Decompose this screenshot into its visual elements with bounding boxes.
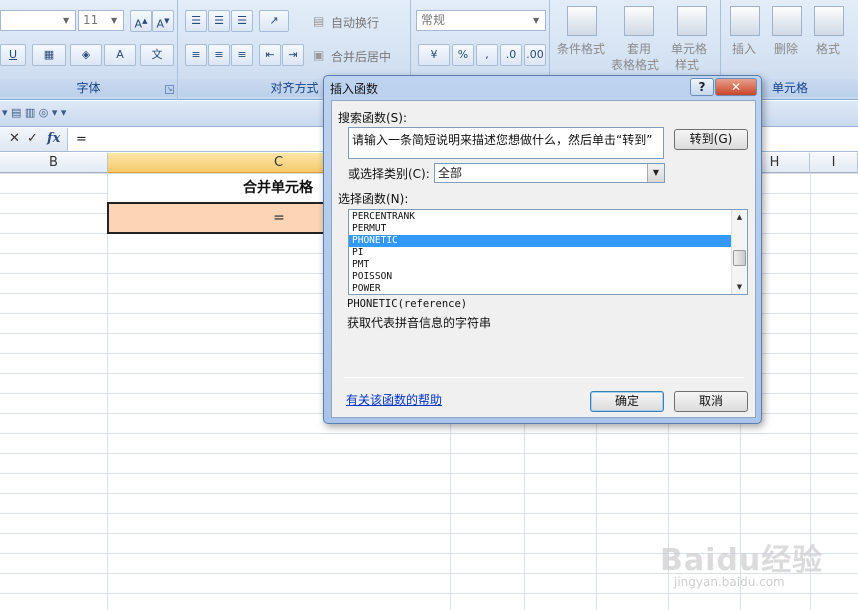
list-scrollbar[interactable]: ▲ ▼ <box>731 210 747 294</box>
insert-function-icon[interactable]: fx <box>47 131 60 146</box>
underline-icon[interactable]: U <box>0 44 26 66</box>
increase-indent-icon[interactable]: ⇥ <box>282 44 304 66</box>
grid-line <box>107 173 108 610</box>
merge-center-icon[interactable]: ▣ <box>313 48 324 62</box>
column-header-b[interactable]: B <box>0 153 108 173</box>
formula-input[interactable]: = <box>76 132 87 147</box>
function-signature: PHONETIC(reference) <box>347 298 468 310</box>
format-table-icon[interactable] <box>624 6 654 36</box>
align-middle-icon[interactable]: ☰ <box>208 10 230 32</box>
phonetic-icon[interactable]: 文 <box>140 44 174 66</box>
font-dialog-launcher-icon[interactable]: ↘ <box>165 85 174 94</box>
font-color-icon[interactable]: A <box>104 44 136 66</box>
comma-icon[interactable]: , <box>476 44 498 66</box>
formula-buttons: ✕ ✓ fx <box>0 128 68 151</box>
watermark: Baidu经验 jingyan.baidu.com <box>660 535 823 589</box>
insert-icon[interactable] <box>730 6 760 36</box>
format-button[interactable]: 格式 <box>816 40 840 57</box>
divider <box>344 377 744 378</box>
category-select[interactable]: 全部 ▼ <box>434 163 665 183</box>
number-format-value: 常规 <box>421 13 446 27</box>
chevron-down-icon: ▼ <box>111 16 118 25</box>
chevron-down-icon[interactable]: ▼ <box>647 164 664 182</box>
dialog-body: 搜索函数(S): 请输入一条简短说明来描述您想做什么，然后单击“转到” 转到(G… <box>331 100 756 418</box>
percent-icon[interactable]: % <box>452 44 474 66</box>
list-item[interactable]: POWER <box>349 283 732 294</box>
insert-button[interactable]: 插入 <box>732 40 756 57</box>
ok-button[interactable]: 确定 <box>590 391 664 412</box>
grow-font-icon[interactable]: A▲ <box>130 10 152 32</box>
cell-style-button-2[interactable]: 样式 <box>675 56 699 73</box>
confirm-entry-icon[interactable]: ✓ <box>27 131 38 146</box>
conditional-format-icon[interactable] <box>567 6 597 36</box>
wrap-text-button[interactable]: 自动换行 <box>331 14 379 31</box>
increase-decimal-icon[interactable]: .0 <box>500 44 522 66</box>
dialog-title: 插入函数 <box>330 82 379 96</box>
list-item[interactable]: PMT <box>349 259 732 271</box>
align-left-icon[interactable]: ≡ <box>185 44 207 66</box>
function-list[interactable]: PERCENTRANK PERMUT PHONETIC PI PMT POISS… <box>348 209 748 295</box>
watermark-logo: Baidu经验 <box>660 543 824 578</box>
shrink-font-icon[interactable]: A▼ <box>152 10 174 32</box>
list-item[interactable]: PI <box>349 247 732 259</box>
format-table-button-1[interactable]: 套用 <box>627 40 651 57</box>
category-label: 或选择类别(C): <box>348 167 430 181</box>
border-icon[interactable]: ▦ <box>32 44 66 66</box>
cancel-button[interactable]: 取消 <box>674 391 748 412</box>
insert-function-dialog: 插入函数 ? ✕ 搜索函数(S): 请输入一条简短说明来描述您想做什么，然后单击… <box>323 75 762 424</box>
font-size-value: 11 <box>83 13 99 27</box>
category-value: 全部 <box>438 166 463 180</box>
fill-color-icon[interactable]: ◈ <box>70 44 102 66</box>
font-size-combo[interactable]: 11 ▼ <box>78 10 124 31</box>
scroll-down-icon[interactable]: ▼ <box>732 280 747 294</box>
cell-style-icon[interactable] <box>677 6 707 36</box>
decrease-decimal-icon[interactable]: .00 <box>524 44 546 66</box>
help-button[interactable]: ? <box>690 78 714 96</box>
scroll-up-icon[interactable]: ▲ <box>732 210 747 224</box>
align-right-icon[interactable]: ≡ <box>231 44 253 66</box>
format-icon[interactable] <box>814 6 844 36</box>
list-item[interactable]: POISSON <box>349 271 732 283</box>
wrap-text-icon[interactable]: ▤ <box>313 14 324 28</box>
scroll-thumb[interactable] <box>733 250 746 266</box>
font-group: ▼ 11 ▼ A▲ A▼ U ▦ ◈ A 文 字体 ↘ <box>0 0 178 100</box>
chevron-down-icon: ▼ <box>533 16 540 25</box>
search-input[interactable]: 请输入一条简短说明来描述您想做什么，然后单击“转到” <box>348 127 664 159</box>
align-top-icon[interactable]: ☰ <box>185 10 207 32</box>
close-button[interactable]: ✕ <box>715 78 757 96</box>
decrease-indent-icon[interactable]: ⇤ <box>259 44 281 66</box>
function-help-link[interactable]: 有关该函数的帮助 <box>346 391 442 408</box>
align-bottom-icon[interactable]: ☰ <box>231 10 253 32</box>
format-table-button-2[interactable]: 表格格式 <box>611 56 659 73</box>
chevron-down-icon: ▼ <box>63 16 70 25</box>
orientation-icon[interactable]: ↗ <box>259 10 289 32</box>
currency-icon[interactable]: ¥ <box>418 44 450 66</box>
delete-icon[interactable] <box>772 6 802 36</box>
list-item[interactable]: PERCENTRANK <box>349 211 732 223</box>
function-label: 选择函数(N): <box>338 192 409 206</box>
column-header-i[interactable]: I <box>810 153 858 173</box>
number-format-combo[interactable]: 常规 ▼ <box>416 10 546 31</box>
align-center-icon[interactable]: ≡ <box>208 44 230 66</box>
go-button[interactable]: 转到(G) <box>674 129 748 150</box>
function-description: 获取代表拼音信息的字符串 <box>347 316 492 330</box>
cancel-entry-icon[interactable]: ✕ <box>9 131 20 146</box>
font-name-combo[interactable]: ▼ <box>0 10 76 31</box>
list-item[interactable]: PERMUT <box>349 223 732 235</box>
cell-style-button-1[interactable]: 单元格 <box>671 40 707 57</box>
conditional-format-button[interactable]: 条件格式 <box>557 40 605 57</box>
quick-access-icon[interactable]: ▾ ▤ ▥ ◎ ▾ ▾ <box>2 106 66 119</box>
merge-center-button[interactable]: 合并后居中 <box>331 48 391 65</box>
list-item-selected[interactable]: PHONETIC <box>349 235 732 247</box>
font-group-label: 字体 <box>0 79 177 97</box>
delete-button[interactable]: 删除 <box>774 40 798 57</box>
search-input-text: 请输入一条简短说明来描述您想做什么，然后单击“转到” <box>352 133 653 147</box>
search-label: 搜索函数(S): <box>338 111 408 125</box>
